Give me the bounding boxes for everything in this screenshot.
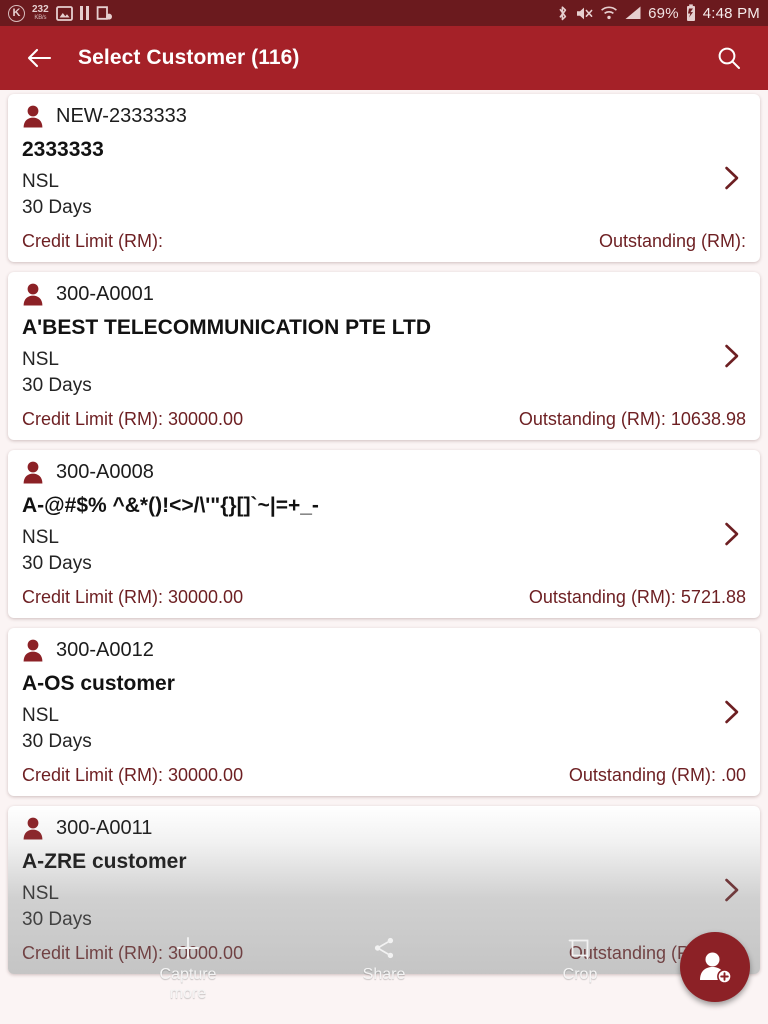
bluetooth-icon <box>556 5 569 22</box>
customer-terms: 30 Days <box>22 375 92 396</box>
customer-money-row: Credit Limit (RM): 30000.00 Outstanding … <box>22 587 746 618</box>
search-button[interactable] <box>712 41 746 75</box>
crop-icon <box>567 934 593 962</box>
search-icon <box>718 47 740 69</box>
person-icon <box>23 105 43 128</box>
battery-icon <box>685 4 697 22</box>
battery-percent-label: 69% <box>648 4 679 22</box>
chevron-right-icon[interactable] <box>718 877 744 903</box>
customer-code-row: NEW-2333333 <box>22 104 746 128</box>
customer-code: 300-A0001 <box>56 282 154 305</box>
chevron-right-icon[interactable] <box>718 699 744 725</box>
customer-code: NEW-2333333 <box>56 104 187 127</box>
customer-code-row: 300-A0011 <box>22 816 746 840</box>
person-icon <box>23 461 43 484</box>
customer-account-type: NSL <box>22 883 59 904</box>
customer-account-type: NSL <box>22 527 59 548</box>
app-badge-icon: K <box>8 4 25 22</box>
crop-button[interactable]: Crop <box>525 934 635 984</box>
customer-money-row: Credit Limit (RM): Outstanding (RM): <box>22 231 746 262</box>
share-icon <box>371 934 397 962</box>
customer-card[interactable]: 300-A0012 A-OS customer NSL 30 Days Cred… <box>8 628 760 796</box>
back-button[interactable] <box>22 41 56 75</box>
crop-label: Crop <box>562 966 598 983</box>
customer-account-type: NSL <box>22 705 59 726</box>
share-label: Share <box>362 966 406 983</box>
chevron-right-icon[interactable] <box>718 165 744 191</box>
outstanding-value: Outstanding (RM): 5721.88 <box>528 587 746 607</box>
share-button[interactable]: Share <box>329 934 439 984</box>
customer-terms: 30 Days <box>22 909 92 930</box>
customer-name: A-ZRE customer <box>22 850 187 873</box>
capture-more-button[interactable]: Capture more <box>133 934 243 1003</box>
person-icon <box>23 639 43 662</box>
customer-terms: 30 Days <box>22 553 92 574</box>
customer-name: 2333333 <box>22 138 104 161</box>
customer-list[interactable]: NEW-2333333 2333333 NSL 30 Days Credit L… <box>0 90 768 1024</box>
mute-icon <box>575 5 594 22</box>
network-speed-indicator: 232 KB/s <box>32 4 49 22</box>
arrow-back-icon <box>27 48 52 68</box>
person-icon <box>23 283 43 306</box>
customer-terms: 30 Days <box>22 197 92 218</box>
plus-icon <box>175 934 201 962</box>
customer-card[interactable]: 300-A0008 A-@#$% ^&*()!<>/\'"{}[]`~|=+_-… <box>8 450 760 618</box>
customer-money-row: Credit Limit (RM): 30000.00 Outstanding … <box>22 765 746 796</box>
customer-code: 300-A0011 <box>56 816 153 839</box>
customer-card[interactable]: 300-A0001 A'BEST TELECOMMUNICATION PTE L… <box>8 272 760 440</box>
outstanding-value: Outstanding (RM): 10638.98 <box>518 409 746 429</box>
person-icon <box>23 817 43 840</box>
signal-icon <box>624 5 642 21</box>
chevron-right-icon[interactable] <box>718 343 744 369</box>
customer-terms: 30 Days <box>22 731 92 752</box>
customer-account-type: NSL <box>22 349 59 370</box>
customer-account-type: NSL <box>22 171 59 192</box>
app-bar: Select Customer (116) <box>0 26 768 90</box>
add-person-icon <box>700 952 732 984</box>
customer-name: A-@#$% ^&*()!<>/\'"{}[]`~|=+_- <box>22 494 319 517</box>
pause-icon <box>79 6 89 20</box>
credit-limit-value: Credit Limit (RM): 30000.00 <box>22 409 244 429</box>
customer-name: A'BEST TELECOMMUNICATION PTE LTD <box>22 316 432 339</box>
status-bar-clock: 4:48 PM <box>702 4 760 22</box>
page-title: Select Customer (116) <box>78 46 300 69</box>
customer-code: 300-A0012 <box>56 638 154 661</box>
gallery-icon <box>55 5 73 21</box>
chevron-right-icon[interactable] <box>718 521 744 547</box>
outstanding-value: Outstanding (RM): <box>598 231 746 251</box>
outstanding-value: Outstanding (RM): .00 <box>568 765 746 785</box>
credit-limit-value: Credit Limit (RM): <box>22 231 164 251</box>
capture-more-label-line2: more <box>169 985 207 1002</box>
customer-card[interactable]: NEW-2333333 2333333 NSL 30 Days Credit L… <box>8 94 760 262</box>
customer-code: 300-A0008 <box>56 460 154 483</box>
wifi-icon <box>600 5 618 21</box>
network-speed-unit: KB/s <box>34 15 47 21</box>
add-customer-fab[interactable] <box>680 932 750 1002</box>
customer-name: A-OS customer <box>22 672 175 695</box>
status-bar-right: 69% 4:48 PM <box>556 4 760 22</box>
app-badge-letter: K <box>12 6 21 19</box>
customer-code-row: 300-A0001 <box>22 282 746 306</box>
status-bar: K 232 KB/s 69% 4:48 PM <box>0 0 768 26</box>
credit-limit-value: Credit Limit (RM): 30000.00 <box>22 587 244 607</box>
customer-code-row: 300-A0012 <box>22 638 746 662</box>
credit-limit-value: Credit Limit (RM): 30000.00 <box>22 765 244 785</box>
screenshot-icon <box>96 5 113 21</box>
status-bar-left: K 232 KB/s <box>8 4 556 22</box>
customer-code-row: 300-A0008 <box>22 460 746 484</box>
network-speed-value: 232 <box>32 4 49 15</box>
capture-more-label-line1: Capture <box>159 966 217 983</box>
customer-money-row: Credit Limit (RM): 30000.00 Outstanding … <box>22 409 746 440</box>
